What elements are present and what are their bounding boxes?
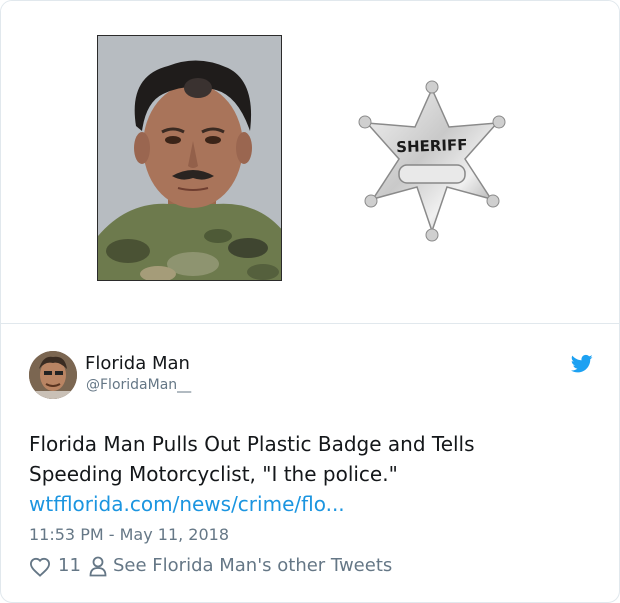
tweet-actions: 11 See Florida Man's other Tweets xyxy=(29,553,589,581)
author-handle[interactable]: @FloridaMan__ xyxy=(86,377,191,393)
tweet-author[interactable]: Florida Man @FloridaMan__ xyxy=(29,351,593,401)
heart-icon[interactable] xyxy=(29,557,51,577)
twitter-bird-icon[interactable] xyxy=(571,354,593,374)
avatar[interactable] xyxy=(29,351,77,399)
tweet-text-line-1: Florida Man Pulls Out Plastic Badge and … xyxy=(29,432,475,456)
author-name[interactable]: Florida Man xyxy=(85,353,190,374)
like-count[interactable]: 11 xyxy=(58,555,81,576)
tweet-text: Florida Man Pulls Out Plastic Badge and … xyxy=(29,429,599,519)
tweet-link[interactable]: wtfflorida.com/news/crime/flo... xyxy=(29,489,599,519)
sheriff-badge[interactable]: SHERIFF xyxy=(353,79,511,247)
mugshot-photo[interactable] xyxy=(97,35,282,281)
embedded-tweet-card: SHERIFF Florida Man @FloridaMan__ Florid… xyxy=(0,0,620,603)
tweet-media[interactable]: SHERIFF xyxy=(1,1,619,324)
badge-text: SHERIFF xyxy=(396,136,468,156)
tweet-timestamp[interactable]: 11:53 PM - May 11, 2018 xyxy=(29,525,229,544)
other-tweets-link[interactable]: See Florida Man's other Tweets xyxy=(113,555,392,576)
person-icon[interactable] xyxy=(89,556,107,577)
tweet-text-line-2: Speeding Motorcyclist, "I the police." xyxy=(29,462,398,486)
